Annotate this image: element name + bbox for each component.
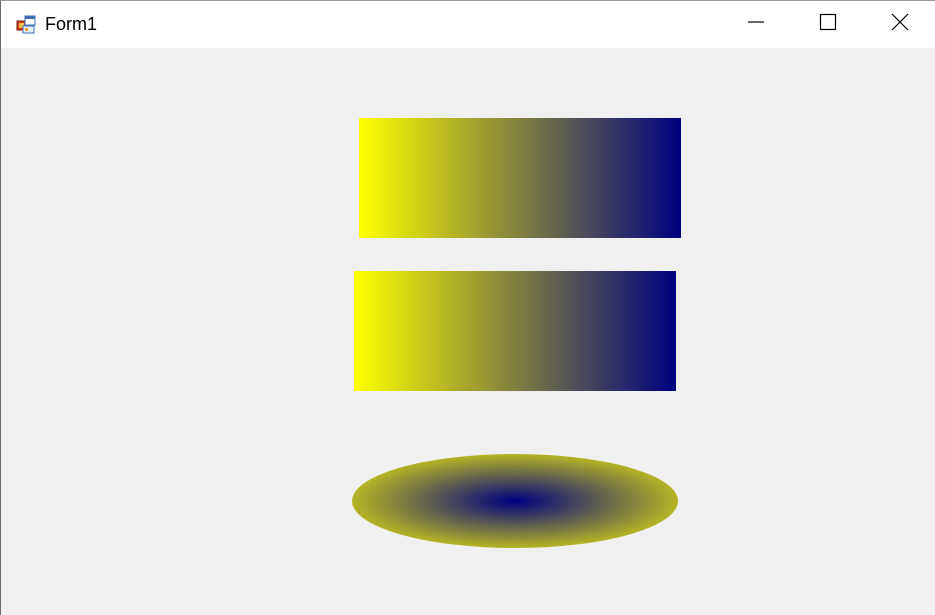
minimize-icon bbox=[747, 13, 765, 36]
minimize-button[interactable] bbox=[720, 1, 792, 48]
form1-window: Form1 bbox=[0, 0, 935, 615]
close-button[interactable] bbox=[864, 1, 935, 48]
maximize-button[interactable] bbox=[792, 1, 864, 48]
gradient-rectangle-2 bbox=[354, 271, 676, 391]
gradient-ellipse bbox=[352, 454, 678, 548]
winforms-app-icon bbox=[15, 13, 37, 35]
gradient-rectangle-1 bbox=[359, 118, 681, 238]
close-icon bbox=[891, 13, 909, 36]
title-bar[interactable]: Form1 bbox=[1, 1, 935, 48]
form-client-area bbox=[1, 48, 935, 615]
window-title: Form1 bbox=[45, 14, 98, 34]
maximize-icon bbox=[819, 13, 837, 36]
